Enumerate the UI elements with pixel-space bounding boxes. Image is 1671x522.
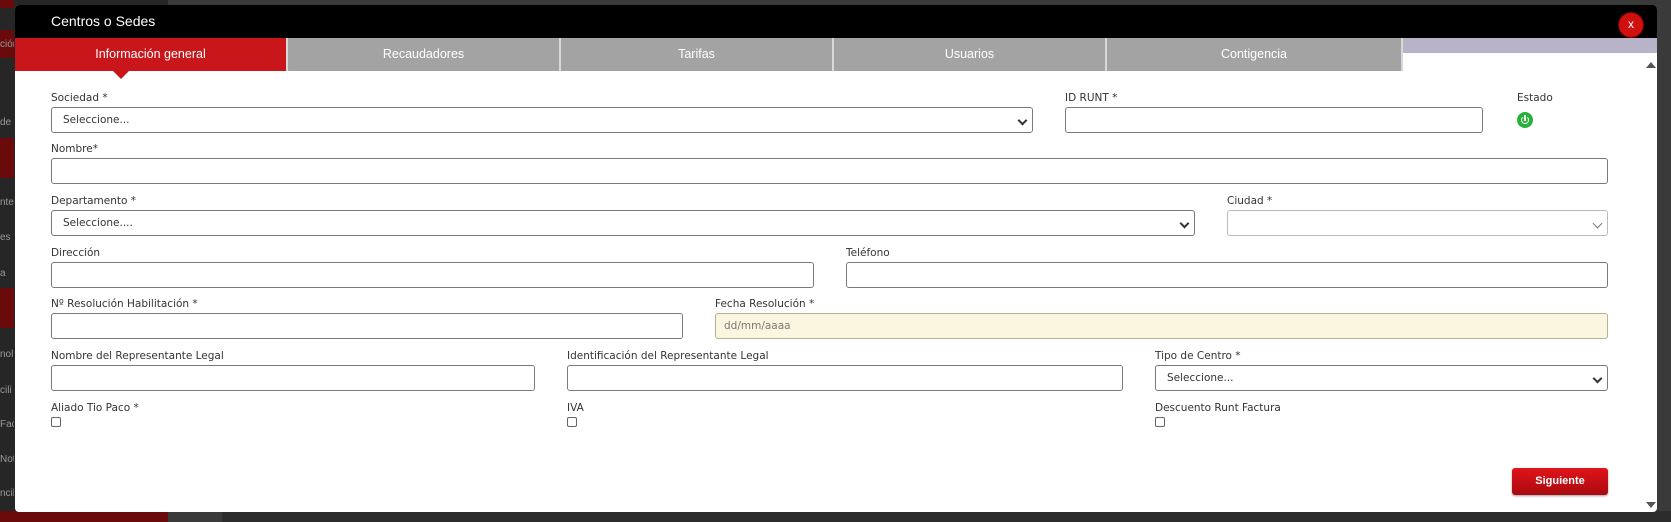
modal-header: Centros o Sedes x [15, 5, 1657, 38]
nombre-input[interactable] [51, 158, 1608, 184]
background-menu-text: ncil [0, 488, 14, 499]
siguiente-button[interactable]: Siguiente [1512, 468, 1608, 495]
representante-id-input[interactable] [567, 365, 1123, 391]
tab-contigencia[interactable]: Contigencia [1107, 38, 1403, 71]
scrollbar[interactable] [1644, 57, 1657, 512]
background-footer [222, 511, 1671, 522]
estado-label: Estado [1517, 92, 1553, 104]
background-menu-block [0, 288, 14, 328]
descuento-checkbox[interactable] [1155, 417, 1165, 427]
background-menu-text: ntes [0, 197, 14, 208]
aliado-label: Aliado Tio Paco * [51, 402, 139, 414]
background-menu-block [0, 138, 14, 178]
telefono-label: Teléfono [846, 247, 890, 259]
sociedad-select[interactable]: Seleccione... [51, 107, 1033, 133]
background-menu-text: es [0, 232, 11, 243]
ciudad-select[interactable] [1227, 210, 1608, 236]
chevron-down-icon [1017, 115, 1028, 126]
chevron-down-icon [1592, 218, 1603, 229]
tab-recaudadores[interactable]: Recaudadores [288, 38, 561, 71]
chevron-down-icon [1592, 373, 1603, 384]
resolucion-input[interactable] [51, 313, 683, 339]
resolucion-label: Nº Resolución Habilitación * [51, 298, 198, 310]
active-tab-indicator [113, 71, 129, 79]
background-menu-text: a [0, 268, 6, 279]
aliado-checkbox[interactable] [51, 417, 61, 427]
tipo-centro-value: Seleccione... [1167, 372, 1234, 384]
background-menu-text: ción [0, 39, 14, 50]
representante-nombre-label: Nombre del Representante Legal [51, 350, 224, 362]
tabs-bar-filler [1388, 38, 1657, 53]
centros-modal: Centros o Sedes x Información general Re… [15, 5, 1657, 512]
fecha-resolucion-input[interactable]: dd/mm/aaaa [715, 313, 1608, 339]
close-button[interactable]: x [1619, 13, 1643, 37]
departamento-label: Departamento * [51, 195, 136, 207]
representante-nombre-input[interactable] [51, 365, 535, 391]
tab-informacion-general[interactable]: Información general [15, 38, 288, 71]
direccion-input[interactable] [51, 262, 814, 288]
background-menu-text: Nota [0, 454, 14, 465]
id-runt-input[interactable] [1065, 107, 1483, 133]
departamento-value: Seleccione.... [63, 217, 133, 229]
direccion-label: Dirección [51, 247, 101, 259]
descuento-label: Descuento Runt Factura [1155, 402, 1281, 414]
background-menu-text: de [0, 117, 12, 128]
tabs-bar: Información general Recaudadores Tarifas… [15, 38, 1657, 79]
nombre-label: Nombre* [51, 143, 98, 155]
iva-checkbox[interactable] [567, 417, 577, 427]
id-runt-label: ID RUNT * [1065, 92, 1118, 104]
tab-usuarios[interactable]: Usuarios [834, 38, 1107, 71]
telefono-input[interactable] [846, 262, 1608, 288]
tipo-centro-select[interactable]: Seleccione... [1155, 365, 1608, 391]
power-icon[interactable] [1517, 112, 1533, 128]
modal-title: Centros o Sedes [51, 13, 156, 29]
background-menu-text: cili [0, 385, 12, 396]
ciudad-label: Ciudad * [1227, 195, 1273, 207]
representante-id-label: Identificación del Representante Legal [567, 350, 769, 362]
scroll-down-arrow-icon[interactable] [1646, 502, 1656, 508]
sociedad-label: Sociedad * [51, 92, 108, 104]
background-header-strip [0, 0, 14, 8]
tab-tarifas[interactable]: Tarifas [561, 38, 834, 71]
chevron-down-icon [1179, 218, 1190, 229]
background-menu-text: Fac [0, 419, 14, 430]
sociedad-value: Seleccione... [63, 114, 130, 126]
background-menu-text: nol [0, 349, 14, 360]
background-footer-left [0, 511, 168, 522]
tipo-centro-label: Tipo de Centro * [1155, 350, 1241, 362]
fecha-resolucion-label: Fecha Resolución * [715, 298, 815, 310]
scroll-up-arrow-icon[interactable] [1646, 62, 1656, 68]
iva-label: IVA [567, 402, 584, 414]
departamento-select[interactable]: Seleccione.... [51, 210, 1195, 236]
